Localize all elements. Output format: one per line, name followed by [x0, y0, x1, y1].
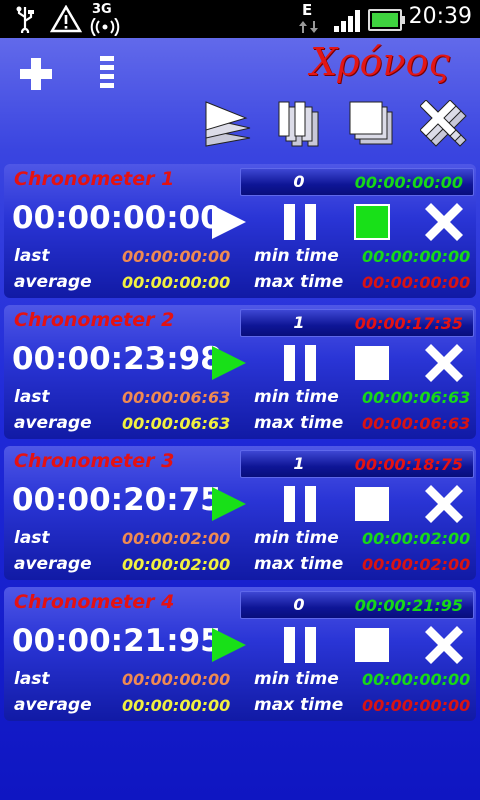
max-time-label: max time [254, 413, 344, 433]
summary-strip: 0 00:00:21:95 [240, 591, 474, 619]
last-label: last [14, 387, 50, 407]
chronometer-card: Chronometer 4 0 00:00:21:95 00:00:21:95 … [4, 587, 476, 721]
chronometer-card: Chronometer 1 0 00:00:00:00 00:00:00:00 … [4, 164, 476, 298]
max-time-label: max time [254, 272, 344, 292]
summary-strip: 1 00:00:17:35 [240, 309, 474, 337]
timer-display: 00:00:00:00 [12, 200, 222, 236]
total-time: 00:00:21:95 [354, 596, 463, 615]
play-icon[interactable] [208, 625, 248, 665]
stop-icon[interactable] [352, 202, 392, 242]
stop-icon[interactable] [352, 484, 392, 524]
lap-count: 1 [293, 313, 305, 332]
status-bar: 3G E 20:39 [0, 0, 480, 38]
chronometer-card: Chronometer 2 1 00:00:17:35 00:00:23:98 … [4, 305, 476, 439]
summary-strip: 1 00:00:18:75 [240, 450, 474, 478]
delete-icon[interactable] [424, 343, 464, 383]
clock: 20:39 [408, 4, 472, 29]
min-time-label: min time [254, 387, 339, 407]
last-value: 00:00:00:00 [122, 247, 231, 266]
play-icon[interactable] [208, 343, 248, 383]
warning-icon [50, 5, 82, 33]
stop-icon[interactable] [352, 343, 392, 383]
chronometer-name[interactable]: Chronometer 4 [14, 591, 174, 613]
last-value: 00:00:06:63 [122, 388, 231, 407]
max-time-label: max time [254, 695, 344, 715]
delete-icon[interactable] [424, 625, 464, 665]
min-time-value: 00:00:02:00 [362, 529, 471, 548]
pause-icon[interactable] [280, 343, 320, 383]
app-title: Χρόνος [310, 40, 450, 84]
chronometer-name[interactable]: Chronometer 1 [14, 168, 174, 190]
max-time-value: 00:00:02:00 [362, 555, 471, 574]
data-indicator: E [302, 1, 313, 19]
chronometer-card: Chronometer 3 1 00:00:18:75 00:00:20:75 … [4, 446, 476, 580]
delete-all-icon[interactable] [420, 100, 468, 148]
max-time-value: 00:00:06:63 [362, 414, 471, 433]
chronometer-name[interactable]: Chronometer 3 [14, 450, 174, 472]
start-all-icon[interactable] [204, 100, 252, 148]
signal-icon [334, 10, 362, 32]
wifi-icon [90, 18, 120, 36]
timer-display: 00:00:20:75 [12, 482, 222, 518]
lap-count: 0 [293, 595, 305, 614]
min-time-label: min time [254, 528, 339, 548]
max-time-value: 00:00:00:00 [362, 273, 471, 292]
min-time-value: 00:00:00:00 [362, 670, 471, 689]
pause-all-icon[interactable] [276, 100, 324, 148]
average-label: average [14, 413, 92, 433]
average-label: average [14, 272, 92, 292]
average-value: 00:00:06:63 [122, 414, 231, 433]
min-time-value: 00:00:06:63 [362, 388, 471, 407]
min-time-value: 00:00:00:00 [362, 247, 471, 266]
timer-display: 00:00:23:98 [12, 341, 222, 377]
timer-display: 00:00:21:95 [12, 623, 222, 659]
average-label: average [14, 695, 92, 715]
summary-strip: 0 00:00:00:00 [240, 168, 474, 196]
pause-icon[interactable] [280, 625, 320, 665]
menu-icon[interactable] [98, 54, 116, 94]
delete-icon[interactable] [424, 202, 464, 242]
network-type: 3G [92, 2, 112, 17]
lap-count: 0 [293, 172, 305, 191]
pause-icon[interactable] [280, 484, 320, 524]
max-time-label: max time [254, 554, 344, 574]
total-time: 00:00:17:35 [354, 314, 463, 333]
min-time-label: min time [254, 246, 339, 266]
stop-all-icon[interactable] [348, 100, 396, 148]
average-value: 00:00:00:00 [122, 273, 231, 292]
total-time: 00:00:18:75 [354, 455, 463, 474]
play-icon[interactable] [208, 484, 248, 524]
chronometer-name[interactable]: Chronometer 2 [14, 309, 174, 331]
lap-count: 1 [293, 454, 305, 473]
add-icon[interactable] [18, 56, 54, 92]
average-label: average [14, 554, 92, 574]
data-arrows-icon [299, 21, 318, 33]
battery-icon [368, 9, 405, 31]
last-label: last [14, 528, 50, 548]
pause-icon[interactable] [280, 202, 320, 242]
play-icon[interactable] [208, 202, 248, 242]
average-value: 00:00:02:00 [122, 555, 231, 574]
max-time-value: 00:00:00:00 [362, 696, 471, 715]
last-label: last [14, 669, 50, 689]
stop-icon[interactable] [352, 625, 392, 665]
delete-icon[interactable] [424, 484, 464, 524]
usb-icon [16, 6, 34, 33]
min-time-label: min time [254, 669, 339, 689]
last-value: 00:00:02:00 [122, 529, 231, 548]
total-time: 00:00:00:00 [354, 173, 463, 192]
last-value: 00:00:00:00 [122, 670, 231, 689]
average-value: 00:00:00:00 [122, 696, 231, 715]
last-label: last [14, 246, 50, 266]
